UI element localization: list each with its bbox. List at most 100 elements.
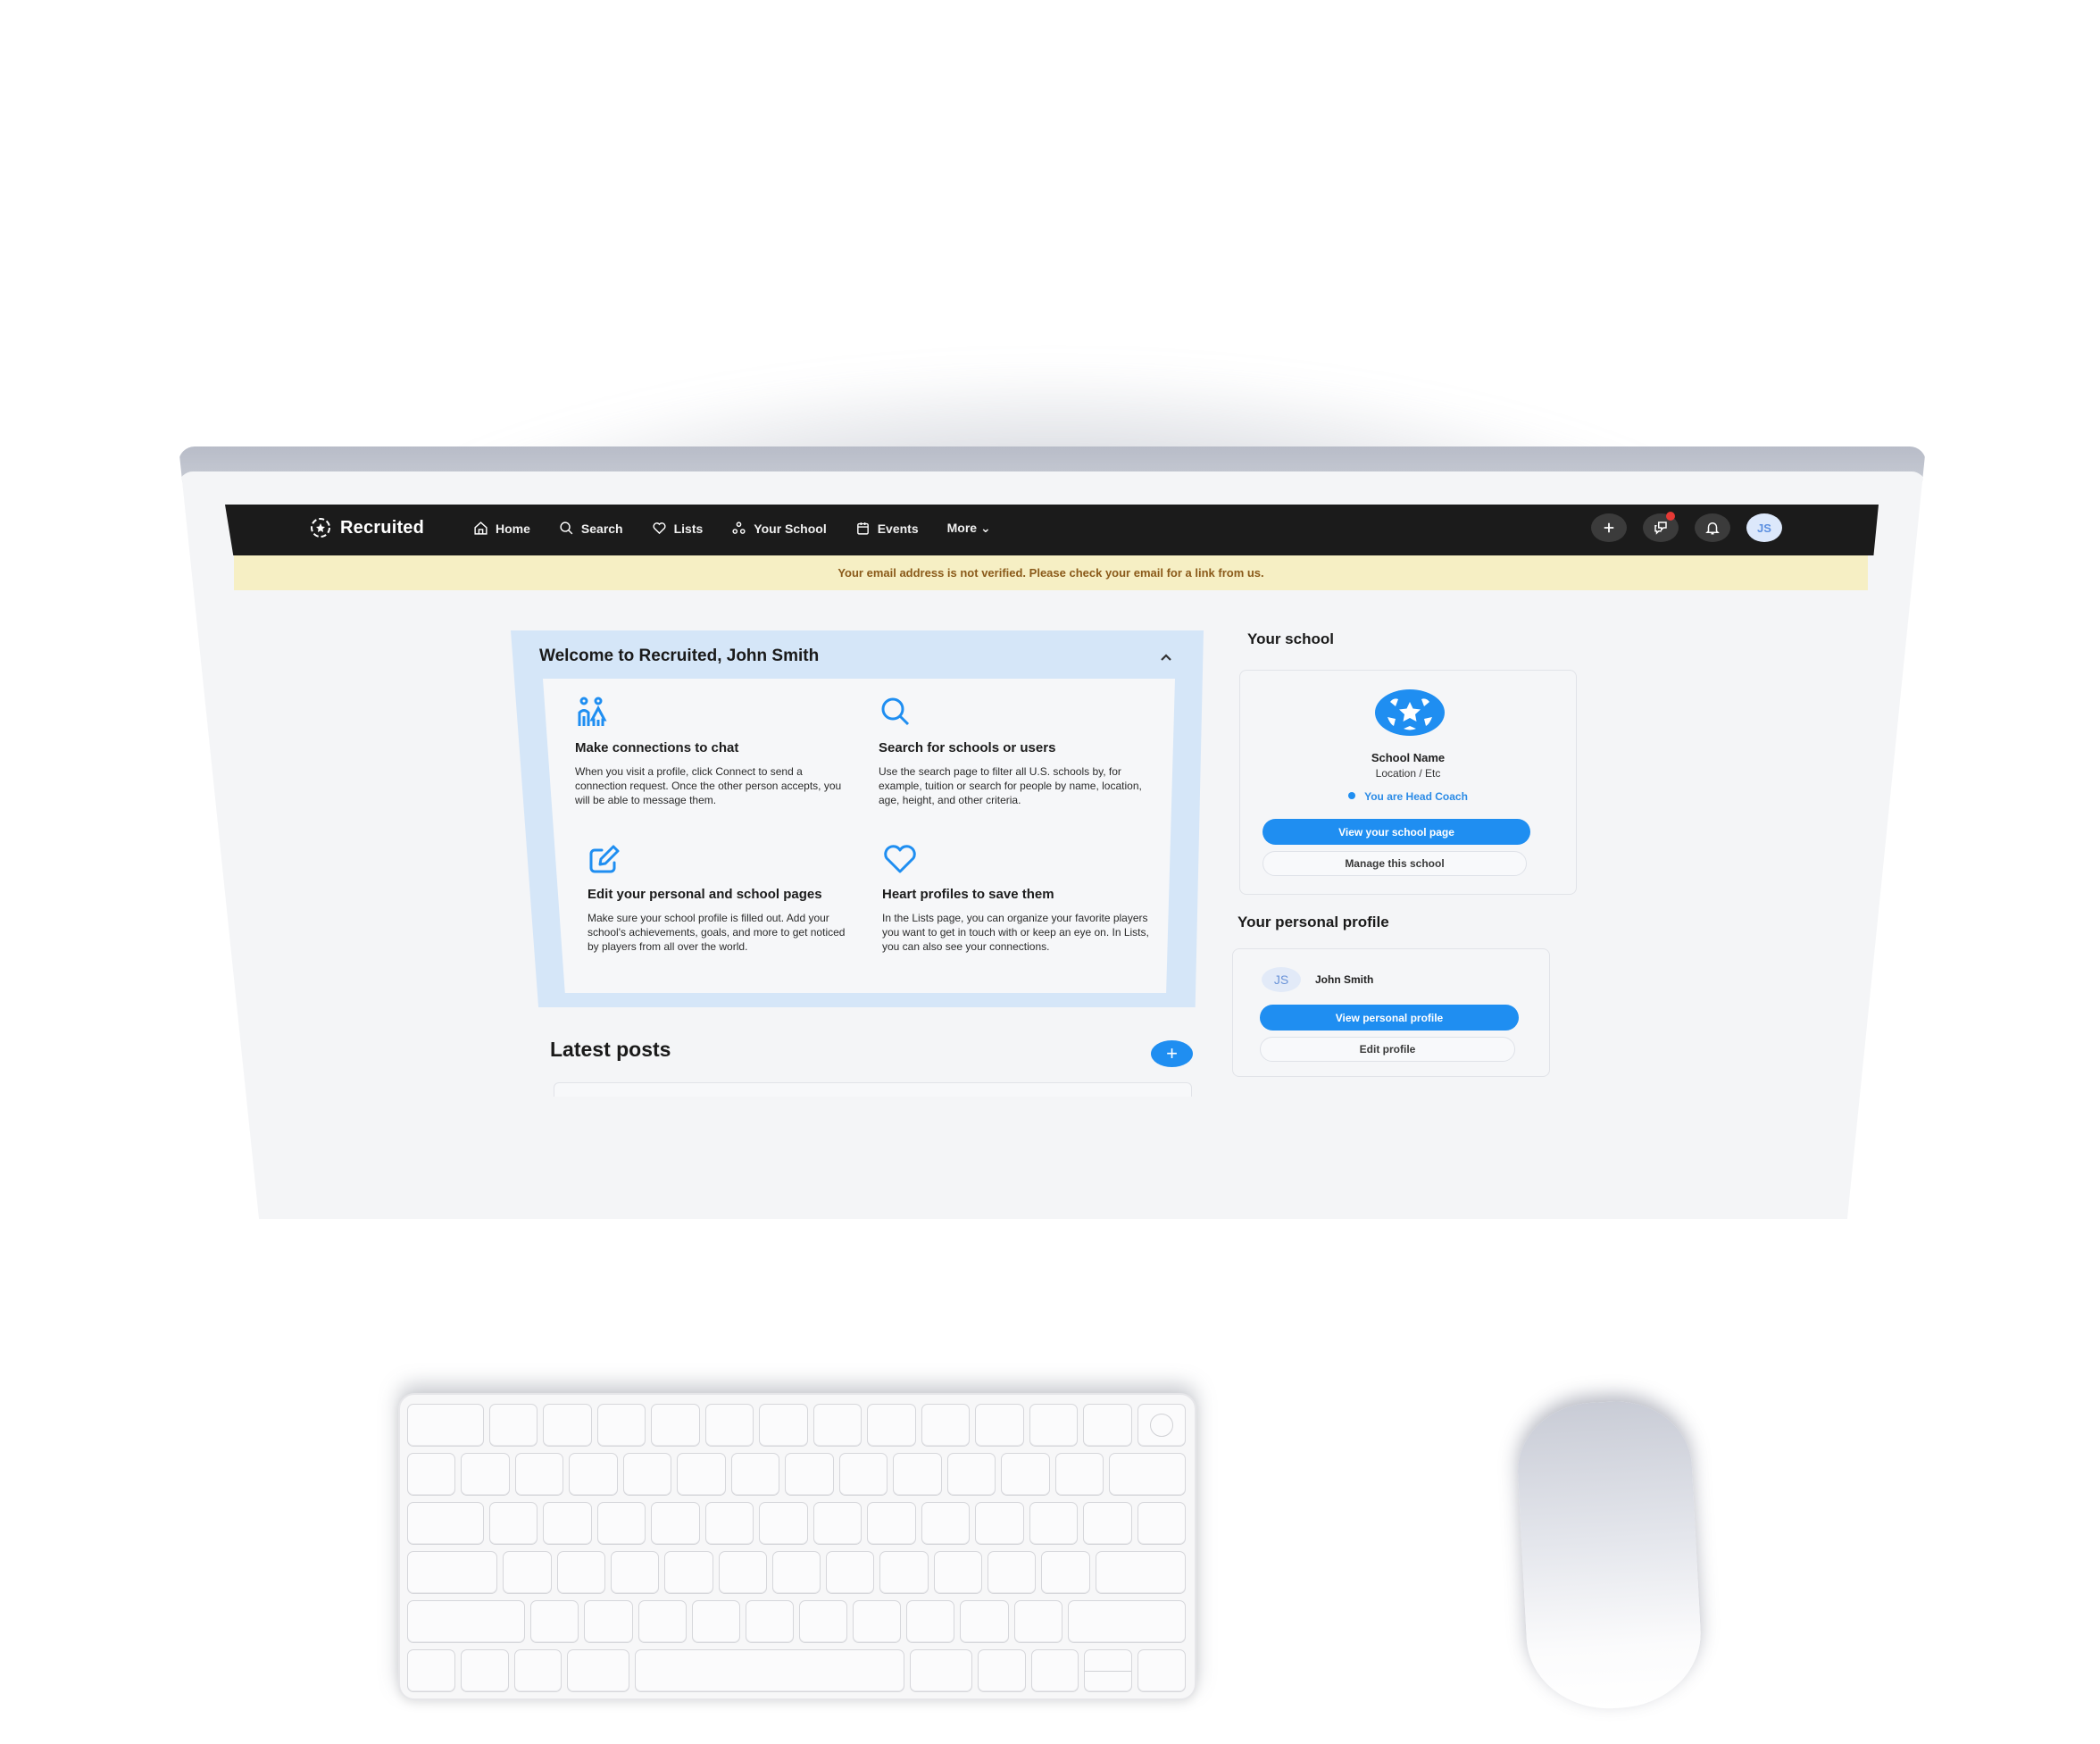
key: [622, 1453, 672, 1496]
tip-body: Make sure your school profile is filled …: [588, 912, 846, 953]
keyboard-row: [407, 1404, 1187, 1447]
key: [921, 1502, 971, 1545]
nav-item-lists[interactable]: Lists: [652, 521, 704, 536]
key: [759, 1404, 808, 1447]
unread-badge: [1666, 512, 1675, 521]
key: [407, 1453, 456, 1496]
mouse: [1514, 1398, 1704, 1713]
nav-item-search[interactable]: Search: [559, 521, 623, 536]
key: [826, 1551, 875, 1594]
key: [975, 1404, 1024, 1447]
arrow-keys: [1084, 1649, 1133, 1692]
nav-item-label: More ⌄: [946, 521, 991, 535]
keyboard-row: [407, 1600, 1187, 1643]
edit-icon: [589, 845, 620, 873]
key: [543, 1404, 592, 1447]
key: [407, 1600, 526, 1643]
key: [730, 1453, 780, 1496]
key: [988, 1551, 1037, 1594]
bell-icon: [1705, 522, 1720, 535]
edit-profile-button[interactable]: Edit profile: [1260, 1037, 1515, 1062]
key: [910, 1649, 972, 1692]
key: [975, 1502, 1024, 1545]
key: [704, 1502, 754, 1545]
messages-button[interactable]: [1643, 512, 1679, 542]
key: [556, 1551, 605, 1594]
ball-logo-icon: [311, 518, 330, 538]
plus-icon: [1604, 522, 1614, 533]
tip-title: Edit your personal and school pages: [588, 887, 822, 902]
notifications-button[interactable]: [1695, 513, 1730, 542]
add-post-button[interactable]: +: [1151, 1040, 1193, 1067]
post-card: [554, 1082, 1192, 1097]
school-location: Location / Etc: [1375, 767, 1441, 780]
nav-item-label: Home: [496, 521, 530, 536]
nav-item-label: Search: [580, 521, 623, 536]
key: [1041, 1551, 1090, 1594]
key: [596, 1404, 646, 1447]
chevron-up-icon: [1161, 654, 1171, 661]
nav-item-label: Your School: [754, 521, 827, 536]
key: [771, 1551, 821, 1594]
key: [567, 1649, 629, 1692]
nav-item-events[interactable]: Events: [855, 521, 919, 536]
view-personal-profile-button[interactable]: View personal profile: [1260, 1005, 1519, 1031]
key: [759, 1502, 808, 1545]
nav-item-more[interactable]: More ⌄: [947, 521, 991, 536]
nav-item-your-school[interactable]: Your School: [731, 521, 827, 536]
key: [407, 1404, 484, 1447]
nav-actions: JS: [1591, 512, 1782, 542]
keyboard-row: [407, 1453, 1187, 1496]
chat-icon: [1654, 522, 1667, 535]
key: [977, 1649, 1026, 1692]
user-avatar[interactable]: JS: [1746, 513, 1782, 542]
nav-item-home[interactable]: Home: [473, 521, 530, 536]
collapse-button[interactable]: [1155, 648, 1177, 666]
nav-menu: Home Search Lists Your School Events Mor…: [473, 521, 991, 536]
key: [488, 1404, 538, 1447]
key: [812, 1502, 862, 1545]
tip-title: Heart profiles to save them: [882, 887, 1054, 902]
key: [407, 1502, 484, 1545]
profile-name: John Smith: [1315, 973, 1374, 986]
add-button[interactable]: [1591, 513, 1627, 542]
spacebar: [634, 1649, 905, 1692]
school-name: School Name: [1371, 751, 1446, 764]
manage-school-button[interactable]: Manage this school: [1262, 851, 1527, 876]
tip-title: Search for schools or users: [879, 740, 1056, 755]
key: [407, 1551, 498, 1594]
key: [407, 1649, 455, 1692]
keyboard-row: [407, 1502, 1187, 1545]
key: [745, 1600, 795, 1643]
key: [460, 1649, 509, 1692]
key: [569, 1453, 618, 1496]
nav-item-label: Lists: [673, 521, 704, 536]
key: [651, 1502, 700, 1545]
key: [638, 1600, 687, 1643]
key: [867, 1404, 916, 1447]
key: [921, 1404, 971, 1447]
key: [1029, 1404, 1079, 1447]
key: [543, 1502, 592, 1545]
key: [530, 1600, 579, 1643]
tip-connections: Make connections to chat When you visit …: [575, 697, 843, 807]
view-school-page-button[interactable]: View your school page: [1262, 819, 1530, 845]
touch-id-icon: [1149, 1414, 1173, 1437]
latest-posts-title: Latest posts: [550, 1038, 671, 1061]
role-badge: You are Head Coach: [1240, 790, 1576, 803]
key: [513, 1649, 562, 1692]
heart-icon: [884, 845, 916, 873]
key: [812, 1404, 862, 1447]
arrow-divider: [1085, 1671, 1132, 1672]
personal-profile-title: Your personal profile: [1238, 914, 1389, 930]
top-navbar: Recruited Home Search Lists Your School …: [225, 505, 1879, 555]
tip-heart-profiles: Heart profiles to save them In the Lists…: [882, 843, 1150, 954]
school-card: School Name Location / Etc You are Head …: [1239, 670, 1577, 895]
tip-title: Make connections to chat: [575, 740, 739, 755]
key: [488, 1502, 538, 1545]
tip-body: When you visit a profile, click Connect …: [575, 765, 842, 806]
brand-name: Recruited: [340, 517, 425, 538]
key: [879, 1551, 929, 1594]
brand-logo[interactable]: Recruited: [310, 517, 424, 538]
key: [664, 1551, 713, 1594]
